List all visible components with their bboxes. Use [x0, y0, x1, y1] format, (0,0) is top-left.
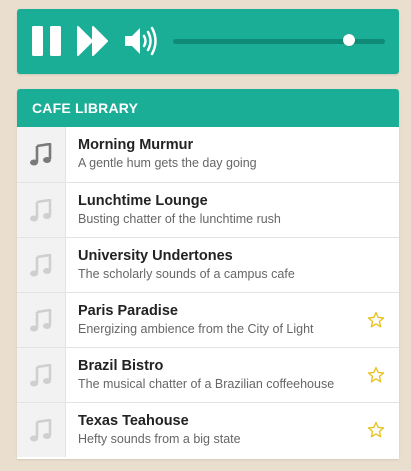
- favorite-star-icon[interactable]: [367, 421, 385, 439]
- track-title: Morning Murmur: [78, 137, 194, 153]
- track-description: Busting chatter of the lunchtime rush: [78, 212, 281, 226]
- player-bar: [17, 9, 399, 74]
- volume-slider-thumb[interactable]: [342, 34, 355, 46]
- track-title: University Undertones: [78, 248, 233, 264]
- track-description: A gentle hum gets the day going: [78, 156, 257, 170]
- track-description: Hefty sounds from a big state: [78, 432, 241, 446]
- track-icon-cell: [17, 403, 66, 457]
- speaker-icon: [125, 26, 157, 56]
- track-icon-cell: [17, 238, 66, 292]
- track-title: Brazil Bistro: [78, 358, 164, 374]
- track-description: The musical chatter of a Brazilian coffe…: [78, 377, 335, 391]
- music-note-icon: [30, 143, 52, 166]
- library-title: CAFE LIBRARY: [17, 89, 399, 127]
- volume-slider[interactable]: [173, 34, 385, 47]
- track-row[interactable]: Lunchtime Lounge Busting chatter of the l…: [17, 182, 399, 237]
- volume-button[interactable]: [123, 24, 159, 58]
- track-title: Texas Teahouse: [78, 413, 189, 429]
- track-row[interactable]: University Undertones The scholarly sound…: [17, 237, 399, 292]
- music-note-icon: [30, 419, 52, 442]
- track-row[interactable]: Texas Teahouse Hefty sounds from a big st…: [17, 402, 399, 457]
- music-note-icon: [30, 199, 52, 222]
- track-icon-cell: [17, 293, 66, 347]
- favorite-star-icon[interactable]: [367, 366, 385, 384]
- favorite-star-icon[interactable]: [367, 311, 385, 329]
- fast-forward-button[interactable]: [77, 26, 109, 56]
- track-row[interactable]: Morning Murmur A gentle hum gets the day …: [17, 127, 399, 182]
- track-description: The scholarly sounds of a campus cafe: [78, 267, 295, 281]
- music-note-icon: [30, 309, 52, 332]
- fast-forward-icon: [77, 26, 108, 56]
- music-note-icon: [30, 254, 52, 277]
- track-row[interactable]: Paris Paradise Energizing ambience from t…: [17, 292, 399, 347]
- track-description: Energizing ambience from the City of Lig…: [78, 322, 314, 336]
- track-title: Paris Paradise: [78, 303, 178, 319]
- track-list: Morning Murmur A gentle hum gets the day …: [17, 127, 399, 457]
- pause-icon: [32, 26, 61, 56]
- track-row[interactable]: Brazil Bistro The musical chatter of a Br…: [17, 347, 399, 402]
- track-icon-cell: [17, 183, 66, 237]
- track-title: Lunchtime Lounge: [78, 193, 208, 209]
- track-icon-cell: [17, 348, 66, 402]
- pause-button[interactable]: [31, 26, 63, 56]
- cafe-library-panel: CAFE LIBRARY Morning Murmur A gentle hum …: [17, 89, 399, 459]
- track-icon-cell: [17, 127, 66, 182]
- music-note-icon: [30, 364, 52, 387]
